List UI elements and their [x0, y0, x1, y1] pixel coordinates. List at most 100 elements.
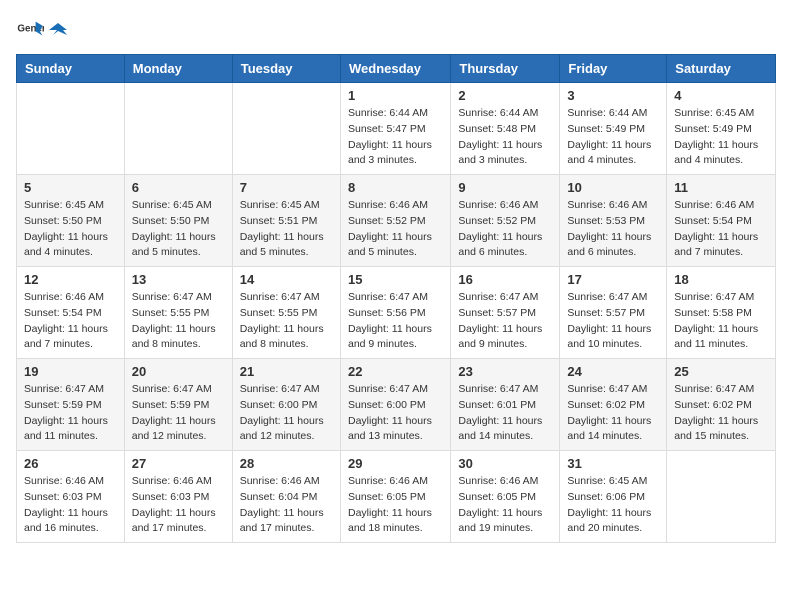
day-number: 16 [458, 272, 552, 287]
day-number: 7 [240, 180, 333, 195]
day-info: Sunrise: 6:45 AM Sunset: 5:50 PM Dayligh… [132, 198, 225, 261]
calendar-cell: 29 Sunrise: 6:46 AM Sunset: 6:05 PM Dayli… [340, 451, 450, 543]
day-info: Sunrise: 6:46 AM Sunset: 6:05 PM Dayligh… [458, 474, 552, 537]
day-info: Sunrise: 6:47 AM Sunset: 5:57 PM Dayligh… [458, 290, 552, 353]
day-number: 1 [348, 88, 443, 103]
calendar-table: SundayMondayTuesdayWednesdayThursdayFrid… [16, 54, 776, 543]
page-header: General [16, 16, 776, 44]
day-info: Sunrise: 6:47 AM Sunset: 6:02 PM Dayligh… [567, 382, 659, 445]
weekday-header-friday: Friday [560, 55, 667, 83]
day-number: 17 [567, 272, 659, 287]
day-info: Sunrise: 6:47 AM Sunset: 5:59 PM Dayligh… [24, 382, 117, 445]
calendar-cell: 11Sunrise: 6:46 AM Sunset: 5:54 PM Dayli… [667, 175, 776, 267]
day-number: 24 [567, 364, 659, 379]
day-number: 12 [24, 272, 117, 287]
day-info: Sunrise: 6:46 AM Sunset: 5:53 PM Dayligh… [567, 198, 659, 261]
weekday-header-thursday: Thursday [451, 55, 560, 83]
logo-bird-icon [49, 21, 67, 39]
day-info: Sunrise: 6:45 AM Sunset: 5:49 PM Dayligh… [674, 106, 768, 169]
day-info: Sunrise: 6:47 AM Sunset: 6:00 PM Dayligh… [240, 382, 333, 445]
calendar-cell: 23 Sunrise: 6:47 AM Sunset: 6:01 PM Dayli… [451, 359, 560, 451]
calendar-cell: 15 Sunrise: 6:47 AM Sunset: 5:56 PM Dayli… [340, 267, 450, 359]
day-number: 28 [240, 456, 333, 471]
calendar-cell [124, 83, 232, 175]
calendar-cell: 31 Sunrise: 6:45 AM Sunset: 6:06 PM Dayli… [560, 451, 667, 543]
day-info: Sunrise: 6:45 AM Sunset: 6:06 PM Dayligh… [567, 474, 659, 537]
day-number: 5 [24, 180, 117, 195]
calendar-cell [232, 83, 340, 175]
calendar-week-row: 19 Sunrise: 6:47 AM Sunset: 5:59 PM Dayli… [17, 359, 776, 451]
calendar-cell: 8 Sunrise: 6:46 AM Sunset: 5:52 PM Daylig… [340, 175, 450, 267]
calendar-cell: 27Sunrise: 6:46 AM Sunset: 6:03 PM Dayli… [124, 451, 232, 543]
day-info: Sunrise: 6:47 AM Sunset: 5:58 PM Dayligh… [674, 290, 768, 353]
calendar-cell: 30 Sunrise: 6:46 AM Sunset: 6:05 PM Dayli… [451, 451, 560, 543]
day-info: Sunrise: 6:45 AM Sunset: 5:50 PM Dayligh… [24, 198, 117, 261]
calendar-cell: 19 Sunrise: 6:47 AM Sunset: 5:59 PM Dayli… [17, 359, 125, 451]
day-number: 31 [567, 456, 659, 471]
day-number: 27 [132, 456, 225, 471]
day-number: 25 [674, 364, 768, 379]
calendar-cell: 20Sunrise: 6:47 AM Sunset: 5:59 PM Dayli… [124, 359, 232, 451]
weekday-header-row: SundayMondayTuesdayWednesdayThursdayFrid… [17, 55, 776, 83]
day-info: Sunrise: 6:46 AM Sunset: 5:52 PM Dayligh… [348, 198, 443, 261]
day-number: 3 [567, 88, 659, 103]
day-number: 15 [348, 272, 443, 287]
day-info: Sunrise: 6:46 AM Sunset: 5:54 PM Dayligh… [674, 198, 768, 261]
calendar-cell: 6 Sunrise: 6:45 AM Sunset: 5:50 PM Daylig… [124, 175, 232, 267]
day-number: 30 [458, 456, 552, 471]
calendar-cell: 18 Sunrise: 6:47 AM Sunset: 5:58 PM Dayli… [667, 267, 776, 359]
day-info: Sunrise: 6:45 AM Sunset: 5:51 PM Dayligh… [240, 198, 333, 261]
logo: General [16, 16, 68, 44]
day-number: 23 [458, 364, 552, 379]
day-info: Sunrise: 6:44 AM Sunset: 5:48 PM Dayligh… [458, 106, 552, 169]
day-number: 2 [458, 88, 552, 103]
logo-icon: General [16, 16, 44, 44]
day-number: 4 [674, 88, 768, 103]
weekday-header-wednesday: Wednesday [340, 55, 450, 83]
calendar-cell: 1 Sunrise: 6:44 AM Sunset: 5:47 PM Daylig… [340, 83, 450, 175]
calendar-cell: 9Sunrise: 6:46 AM Sunset: 5:52 PM Daylig… [451, 175, 560, 267]
day-number: 26 [24, 456, 117, 471]
day-number: 6 [132, 180, 225, 195]
day-info: Sunrise: 6:47 AM Sunset: 5:56 PM Dayligh… [348, 290, 443, 353]
day-info: Sunrise: 6:46 AM Sunset: 6:05 PM Dayligh… [348, 474, 443, 537]
calendar-cell: 13 Sunrise: 6:47 AM Sunset: 5:55 PM Dayli… [124, 267, 232, 359]
day-info: Sunrise: 6:47 AM Sunset: 6:02 PM Dayligh… [674, 382, 768, 445]
calendar-cell: 17Sunrise: 6:47 AM Sunset: 5:57 PM Dayli… [560, 267, 667, 359]
calendar-cell: 16 Sunrise: 6:47 AM Sunset: 5:57 PM Dayli… [451, 267, 560, 359]
calendar-week-row: 5 Sunrise: 6:45 AM Sunset: 5:50 PM Daylig… [17, 175, 776, 267]
day-number: 20 [132, 364, 225, 379]
calendar-cell: 28 Sunrise: 6:46 AM Sunset: 6:04 PM Dayli… [232, 451, 340, 543]
day-info: Sunrise: 6:47 AM Sunset: 6:00 PM Dayligh… [348, 382, 443, 445]
calendar-cell: 4 Sunrise: 6:45 AM Sunset: 5:49 PM Daylig… [667, 83, 776, 175]
day-number: 8 [348, 180, 443, 195]
calendar-cell: 21 Sunrise: 6:47 AM Sunset: 6:00 PM Dayli… [232, 359, 340, 451]
calendar-cell: 22 Sunrise: 6:47 AM Sunset: 6:00 PM Dayli… [340, 359, 450, 451]
calendar-cell: 3 Sunrise: 6:44 AM Sunset: 5:49 PM Daylig… [560, 83, 667, 175]
day-number: 18 [674, 272, 768, 287]
day-number: 22 [348, 364, 443, 379]
calendar-cell: 7 Sunrise: 6:45 AM Sunset: 5:51 PM Daylig… [232, 175, 340, 267]
calendar-cell: 12Sunrise: 6:46 AM Sunset: 5:54 PM Dayli… [17, 267, 125, 359]
day-number: 13 [132, 272, 225, 287]
calendar-cell: 25 Sunrise: 6:47 AM Sunset: 6:02 PM Dayli… [667, 359, 776, 451]
day-info: Sunrise: 6:47 AM Sunset: 5:55 PM Dayligh… [132, 290, 225, 353]
calendar-week-row: 26Sunrise: 6:46 AM Sunset: 6:03 PM Dayli… [17, 451, 776, 543]
day-number: 29 [348, 456, 443, 471]
day-number: 21 [240, 364, 333, 379]
day-info: Sunrise: 6:47 AM Sunset: 6:01 PM Dayligh… [458, 382, 552, 445]
weekday-header-saturday: Saturday [667, 55, 776, 83]
calendar-cell: 10 Sunrise: 6:46 AM Sunset: 5:53 PM Dayli… [560, 175, 667, 267]
calendar-week-row: 12Sunrise: 6:46 AM Sunset: 5:54 PM Dayli… [17, 267, 776, 359]
weekday-header-tuesday: Tuesday [232, 55, 340, 83]
day-number: 10 [567, 180, 659, 195]
day-info: Sunrise: 6:46 AM Sunset: 6:04 PM Dayligh… [240, 474, 333, 537]
calendar-cell: 5 Sunrise: 6:45 AM Sunset: 5:50 PM Daylig… [17, 175, 125, 267]
day-number: 19 [24, 364, 117, 379]
day-info: Sunrise: 6:44 AM Sunset: 5:47 PM Dayligh… [348, 106, 443, 169]
calendar-cell [17, 83, 125, 175]
calendar-cell: 24 Sunrise: 6:47 AM Sunset: 6:02 PM Dayli… [560, 359, 667, 451]
weekday-header-monday: Monday [124, 55, 232, 83]
day-info: Sunrise: 6:44 AM Sunset: 5:49 PM Dayligh… [567, 106, 659, 169]
weekday-header-sunday: Sunday [17, 55, 125, 83]
